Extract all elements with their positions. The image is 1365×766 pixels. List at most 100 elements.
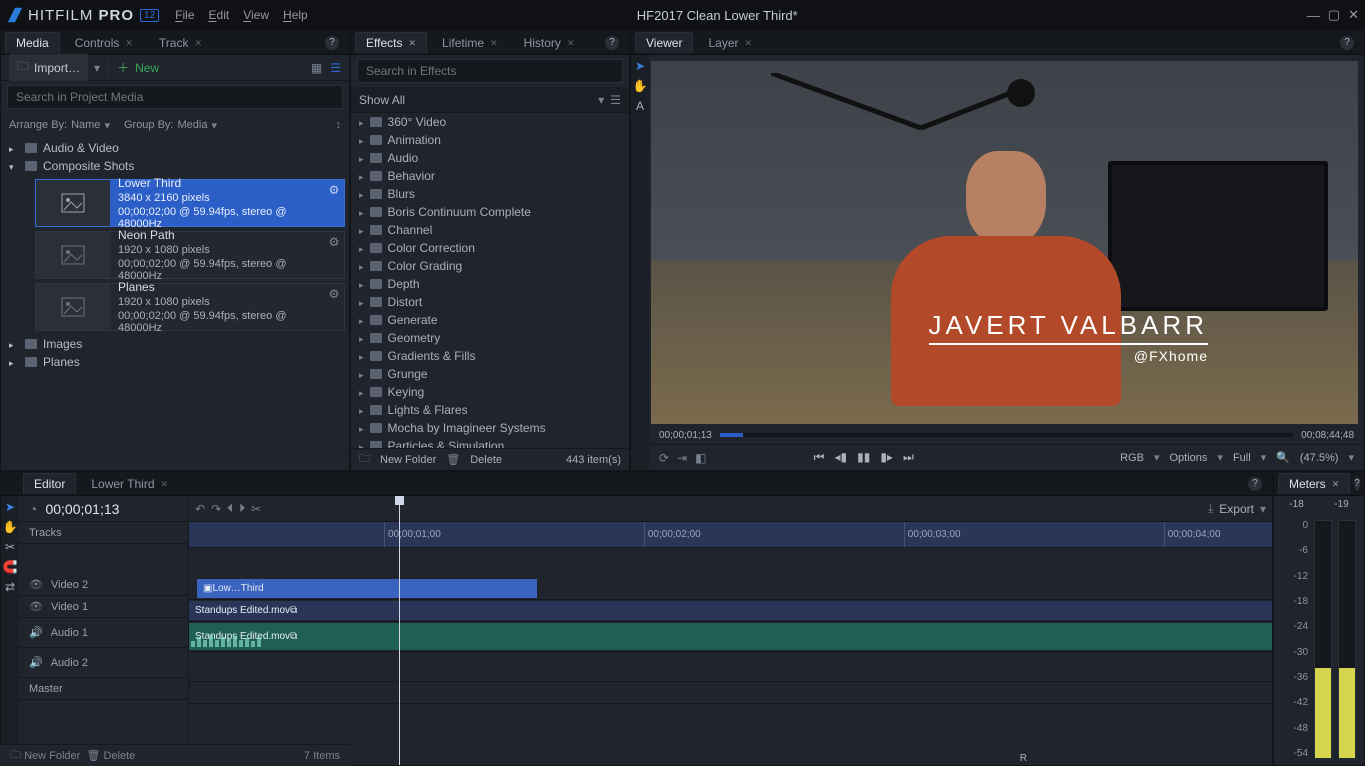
trash-icon[interactable]: 🗑 xyxy=(446,453,460,466)
gear-icon[interactable]: ⚙ xyxy=(324,284,344,330)
help-icon[interactable]: ? xyxy=(1354,477,1360,491)
menu-edit[interactable]: Edit xyxy=(209,8,230,22)
speaker-icon[interactable]: 🔊 xyxy=(29,656,43,669)
help-icon[interactable]: ? xyxy=(1248,477,1262,491)
text-tool-icon[interactable]: A xyxy=(636,99,644,113)
effect-category[interactable]: Color Grading xyxy=(351,257,629,275)
effect-category[interactable]: Distort xyxy=(351,293,629,311)
search-icon[interactable]: 🔍 xyxy=(1276,451,1290,464)
folder-images[interactable]: Images xyxy=(1,335,349,353)
chevron-down-icon[interactable]: ▾ xyxy=(1348,451,1354,464)
close-icon[interactable]: ✕ xyxy=(161,479,169,490)
viewer-quality[interactable]: Full xyxy=(1233,452,1251,464)
effect-category[interactable]: Audio xyxy=(351,149,629,167)
undo-icon[interactable]: ↶ xyxy=(195,502,205,516)
trash-icon[interactable]: 🗑 xyxy=(86,749,100,762)
new-folder-button[interactable]: New Folder xyxy=(380,454,436,466)
chevron-down-icon[interactable]: ▾ xyxy=(1154,451,1160,464)
chevron-down-icon[interactable]: ▾ xyxy=(1260,502,1266,516)
clip-standups-audio[interactable]: Standups Edited.mov ⧉ xyxy=(189,623,1272,650)
playhead[interactable] xyxy=(399,496,400,765)
effect-category[interactable]: Color Correction xyxy=(351,239,629,257)
in-out-icon[interactable]: ⇥ xyxy=(677,451,687,465)
tab-history[interactable]: History✕ xyxy=(513,32,586,53)
timeline[interactable]: ↶ ↷ ⏴ ⏵ ✂ ⤓ Export▾ 00;00;01;00 00;00;02… xyxy=(189,496,1272,765)
arrow-tool-icon[interactable]: ➤ xyxy=(635,59,645,73)
media-card-neon-path[interactable]: Neon Path1920 x 1080 pixels00;00;02;00 @… xyxy=(35,231,345,279)
effect-category[interactable]: Geometry xyxy=(351,329,629,347)
hand-tool-icon[interactable]: ✋ xyxy=(3,520,18,534)
gear-icon[interactable]: ⚙ xyxy=(324,180,344,226)
tab-media[interactable]: Media xyxy=(5,32,60,53)
viewer-scrubber[interactable] xyxy=(720,433,1293,437)
tab-track[interactable]: Track✕ xyxy=(148,32,213,53)
select-tool-icon[interactable]: ➤ xyxy=(5,500,15,514)
eye-icon[interactable]: 👁 xyxy=(29,578,43,591)
effect-category[interactable]: Blurs xyxy=(351,185,629,203)
close-icon[interactable]: ✕ xyxy=(194,38,202,49)
chevron-down-icon[interactable]: ▾ xyxy=(211,119,217,132)
effect-category[interactable]: Behavior xyxy=(351,167,629,185)
export-button[interactable]: Export xyxy=(1219,502,1254,516)
media-search-input[interactable] xyxy=(7,85,343,109)
tab-controls[interactable]: Controls✕ xyxy=(64,32,144,53)
delete-button[interactable]: Delete xyxy=(470,454,502,466)
slice-tool-icon[interactable]: ✂ xyxy=(5,540,15,554)
close-icon[interactable]: ✕ xyxy=(567,38,575,49)
effect-category[interactable]: Particles & Simulation xyxy=(351,437,629,448)
step-back-icon[interactable]: ⏴ xyxy=(227,501,233,516)
gear-icon[interactable]: ⚙ xyxy=(324,232,344,278)
tab-layer[interactable]: Layer✕ xyxy=(697,32,763,53)
maximize-icon[interactable]: ▢ xyxy=(1328,7,1340,23)
snap-tool-icon[interactable]: 🧲 xyxy=(3,560,18,574)
effect-category[interactable]: Channel xyxy=(351,221,629,239)
step-fwd-icon[interactable]: ▮▸ xyxy=(880,450,893,465)
minimize-icon[interactable]: — xyxy=(1307,8,1320,23)
viewer-canvas[interactable]: JAVERT VALBARR @FXhome xyxy=(651,61,1358,424)
media-card-lower-third[interactable]: Lower Third3840 x 2160 pixels00;00;02;00… xyxy=(35,179,345,227)
folder-composite-shots[interactable]: Composite Shots xyxy=(1,157,349,175)
marker-icon[interactable]: ◧ xyxy=(695,451,706,465)
close-icon[interactable]: ✕ xyxy=(745,38,753,49)
redo-icon[interactable]: ↷ xyxy=(211,502,221,516)
list-mode-icon[interactable]: ☰ xyxy=(610,93,621,107)
chevron-down-icon[interactable]: ▾ xyxy=(598,93,604,107)
effect-category[interactable]: Generate xyxy=(351,311,629,329)
loop-icon[interactable]: ⟳ xyxy=(659,451,669,465)
goto-start-icon[interactable]: ⏮ xyxy=(814,450,825,465)
track-video2[interactable]: 👁Video 2 xyxy=(19,574,188,596)
track-master[interactable]: Master xyxy=(19,678,188,700)
clip-lower-third[interactable]: ▣ Low…Third xyxy=(197,579,537,598)
tab-lower-third[interactable]: Lower Third✕ xyxy=(80,473,179,494)
track-video1[interactable]: 👁Video 1 xyxy=(19,596,188,618)
rate-tool-icon[interactable]: ⇄ xyxy=(5,580,15,594)
viewer-options[interactable]: Options xyxy=(1169,452,1207,464)
speaker-icon[interactable]: 🔊 xyxy=(29,626,43,639)
track-audio1[interactable]: 🔊Audio 1 xyxy=(19,618,188,648)
hand-tool-icon[interactable]: ✋ xyxy=(633,79,648,93)
effect-category[interactable]: Boris Continuum Complete xyxy=(351,203,629,221)
eye-icon[interactable]: 👁 xyxy=(29,600,43,613)
help-icon[interactable]: ? xyxy=(605,36,619,50)
tab-meters[interactable]: Meters✕ xyxy=(1278,473,1350,494)
new-button[interactable]: New xyxy=(135,61,159,75)
dropdown-icon[interactable]: ▾ xyxy=(94,61,100,75)
sort-toggle-icon[interactable]: ↕ xyxy=(336,119,342,131)
effect-category[interactable]: Mocha by Imagineer Systems xyxy=(351,419,629,437)
view-tiles-icon[interactable]: ▦ xyxy=(311,61,322,75)
close-icon[interactable]: ✕ xyxy=(1348,7,1359,23)
close-icon[interactable]: ✕ xyxy=(490,38,498,49)
tab-effects[interactable]: Effects✕ xyxy=(355,32,427,53)
viewer-channel[interactable]: RGB xyxy=(1120,452,1144,464)
close-icon[interactable]: ✕ xyxy=(125,38,133,49)
delete-button[interactable]: Delete xyxy=(103,750,135,762)
menu-help[interactable]: Help xyxy=(283,8,308,22)
cut-icon[interactable]: ✂ xyxy=(251,502,261,516)
tab-lifetime[interactable]: Lifetime✕ xyxy=(431,32,509,53)
show-all-dropdown[interactable]: Show All xyxy=(359,93,405,107)
timeline-ruler[interactable]: 00;00;01;00 00;00;02;00 00;00;03;00 00;0… xyxy=(189,522,1272,548)
play-pause-icon[interactable]: ▮▮ xyxy=(857,450,870,465)
effect-category[interactable]: Depth xyxy=(351,275,629,293)
help-icon[interactable]: ? xyxy=(1340,36,1354,50)
new-folder-icon[interactable]: 🗀 xyxy=(359,450,370,469)
